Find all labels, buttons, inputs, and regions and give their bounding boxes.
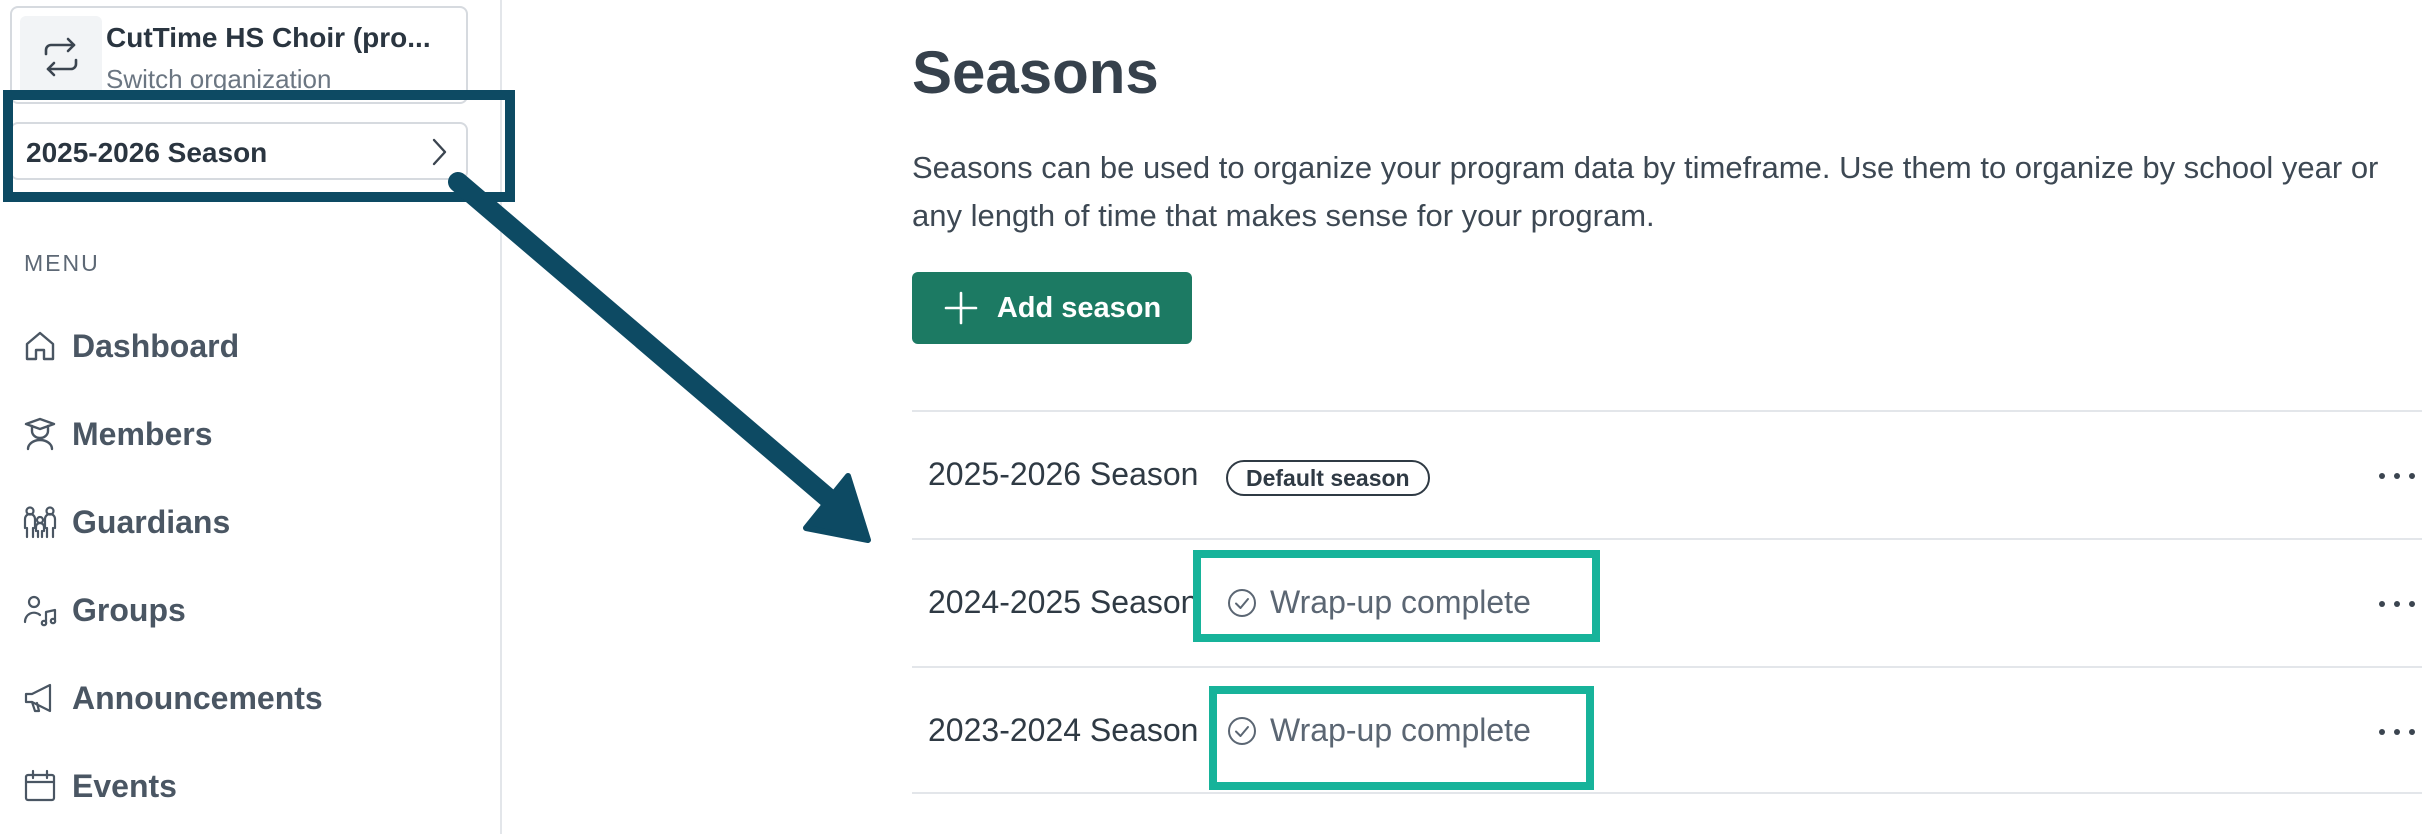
sidebar-item-guardians[interactable]: Guardians (22, 492, 482, 552)
switch-organization-label: Switch organization (106, 64, 332, 94)
wrap-up-status: Wrap-up complete (1226, 712, 1531, 749)
more-options-icon[interactable] (2372, 722, 2422, 742)
default-season-badge: Default season (1226, 460, 1430, 496)
season-list: 2025-2026 Season Default season 2024-202… (912, 410, 2422, 794)
switch-arrows-icon (20, 16, 102, 98)
sidebar-item-members[interactable]: Members (22, 404, 482, 464)
season-row[interactable]: 2023-2024 Season Wrap-up complete (912, 666, 2422, 794)
sidebar-item-label: Guardians (72, 503, 231, 540)
sidebar-item-label: Dashboard (72, 327, 240, 364)
sidebar-item-label: Events (72, 767, 177, 804)
add-season-button[interactable]: Add season (912, 272, 1192, 344)
season-name[interactable]: 2025-2026 Season (928, 456, 1198, 493)
more-options-icon[interactable] (2372, 466, 2422, 486)
group-music-icon (23, 595, 57, 627)
add-season-label: Add season (996, 291, 1162, 324)
plus-icon (944, 291, 978, 325)
sidebar-item-label: Announcements (72, 679, 323, 716)
family-icon (23, 506, 57, 539)
page-description: Seasons can be used to organize your pro… (912, 150, 2379, 233)
sidebar-item-dashboard[interactable]: Dashboard (22, 316, 482, 376)
calendar-icon (24, 769, 56, 802)
sidebar-item-groups[interactable]: Groups (22, 580, 482, 640)
season-name[interactable]: 2024-2025 Season (928, 584, 1198, 621)
season-row[interactable]: 2024-2025 Season Wrap-up complete (912, 538, 2422, 666)
season-name[interactable]: 2023-2024 Season (928, 712, 1198, 749)
chevron-right-icon (432, 138, 447, 166)
season-row[interactable]: 2025-2026 Season Default season (912, 410, 2422, 538)
sidebar-item-label: Members (72, 415, 213, 452)
wrap-up-status-label: Wrap-up complete (1270, 712, 1531, 748)
check-circle-icon (1228, 588, 1256, 617)
org-switcher[interactable]: CutTime HS Choir (pro... Switch organiza… (10, 6, 468, 104)
page-title: Seasons (912, 39, 1159, 106)
wrap-up-status-label: Wrap-up complete (1270, 584, 1531, 620)
wrap-up-status: Wrap-up complete (1226, 584, 1531, 621)
season-selector[interactable]: 2025-2026 Season (10, 122, 468, 180)
main-content: Seasons Seasons can be used to organize … (502, 0, 2422, 834)
megaphone-icon (24, 683, 52, 713)
org-name: CutTime HS Choir (pro... (106, 22, 431, 53)
check-circle-icon (1228, 716, 1256, 745)
graduate-icon (24, 417, 56, 451)
sidebar-item-label: Groups (72, 591, 186, 628)
season-selector-label: 2025-2026 Season (26, 137, 268, 168)
menu-heading: MENU (24, 250, 100, 276)
home-icon (25, 331, 55, 361)
sidebar-item-events[interactable]: Events (22, 756, 482, 816)
more-options-icon[interactable] (2372, 594, 2422, 614)
sidebar-item-announcements[interactable]: Announcements (22, 668, 482, 728)
sidebar: CutTime HS Choir (pro... Switch organiza… (0, 0, 502, 834)
